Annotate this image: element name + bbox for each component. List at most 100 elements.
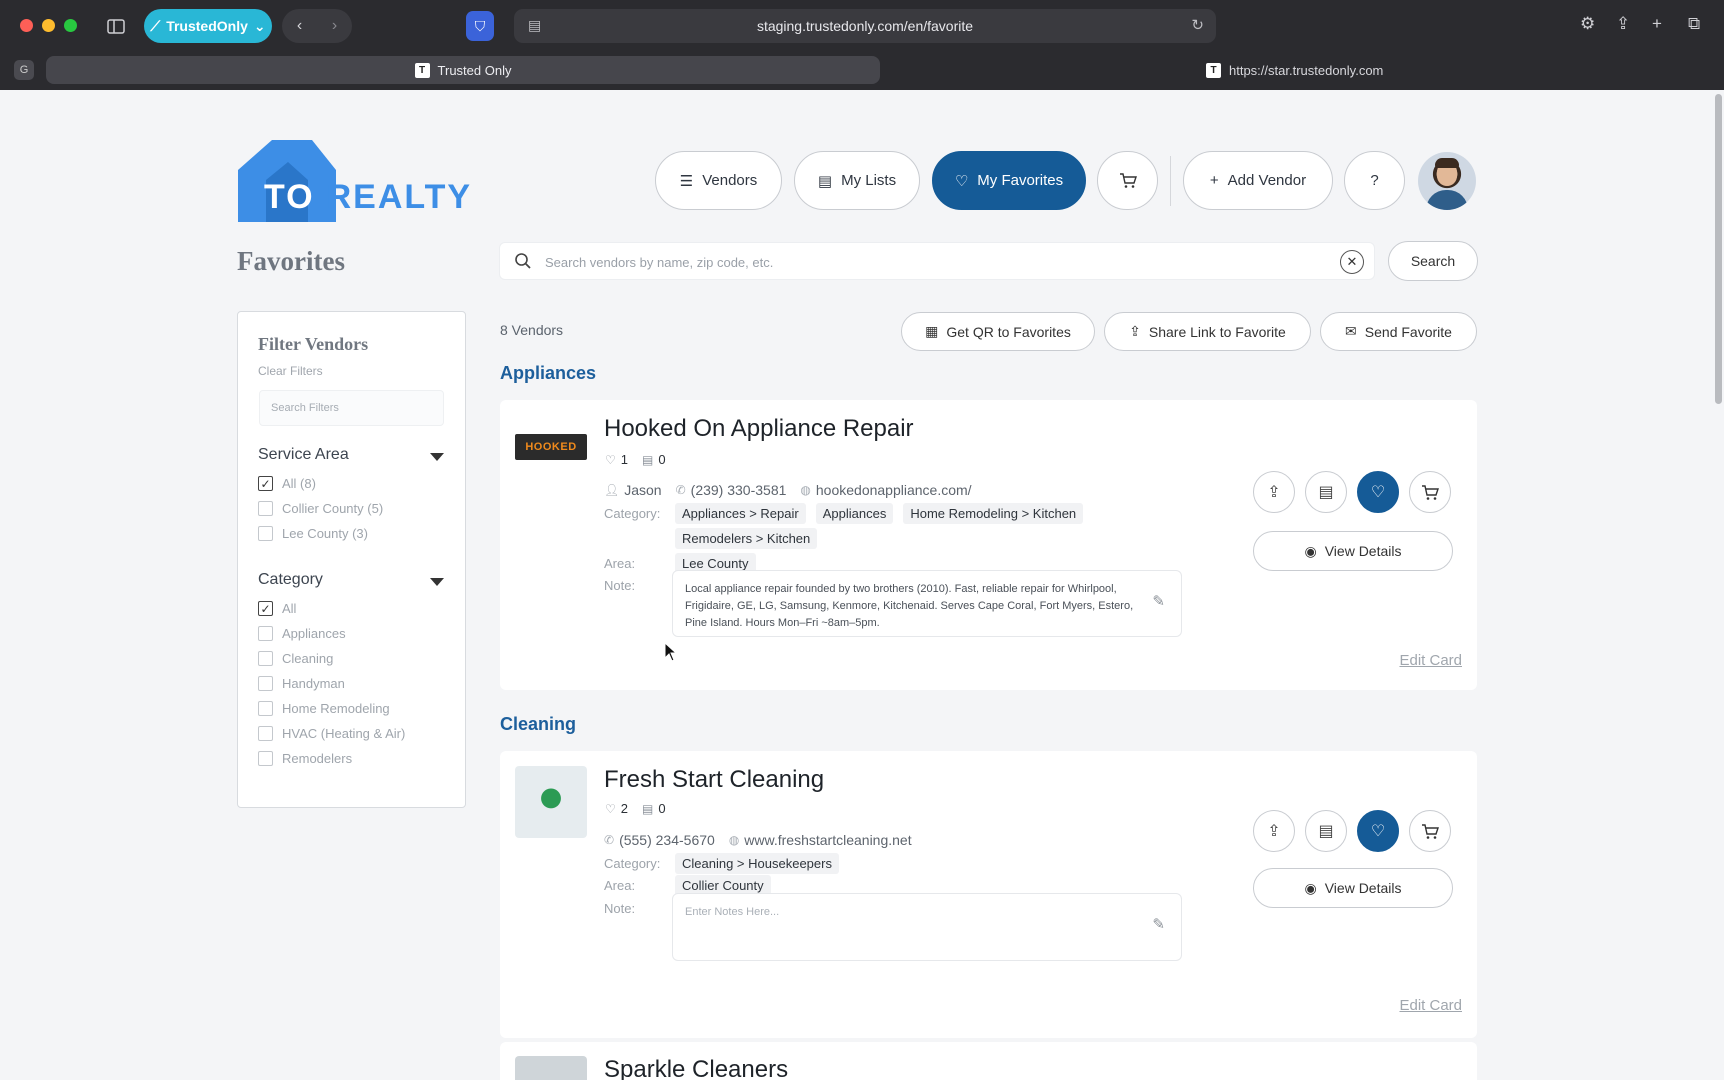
favorite-button[interactable]: ♡ bbox=[1357, 471, 1399, 513]
view-details-button[interactable]: ◉ View Details bbox=[1253, 868, 1453, 908]
add-to-cart-button[interactable] bbox=[1409, 810, 1451, 852]
category-heading-cleaning: Cleaning bbox=[500, 714, 577, 734]
vendor-contact-row: 👤︎ Jason ✆ (239) 330-3581 ◍ hookedonapplian… bbox=[604, 482, 972, 498]
service-area-heading[interactable]: Service Area bbox=[258, 446, 349, 464]
tab-star-trustedonly[interactable]: T https://star.trustedonly.com bbox=[1206, 56, 1383, 84]
filter-option-all-categories[interactable]: ✓ All bbox=[258, 601, 296, 616]
caret-down-icon[interactable] bbox=[430, 453, 444, 461]
filter-option-handyman[interactable]: Handyman bbox=[258, 676, 345, 691]
filter-search-input[interactable] bbox=[259, 390, 444, 426]
scrollbar[interactable] bbox=[1715, 94, 1722, 404]
phone[interactable]: ✆ (239) 330-3581 bbox=[676, 482, 787, 498]
phone-icon: ✆ bbox=[675, 483, 686, 497]
my-lists-button[interactable]: ▤ My Lists bbox=[794, 151, 920, 210]
get-qr-button[interactable]: ▦ Get QR to Favorites bbox=[901, 312, 1095, 351]
filter-option-lee-county[interactable]: Lee County (3) bbox=[258, 526, 368, 541]
checkbox[interactable]: ✓ bbox=[258, 476, 273, 491]
category-heading[interactable]: Category bbox=[258, 571, 323, 589]
view-details-button[interactable]: ◉ View Details bbox=[1253, 531, 1453, 571]
company-logo[interactable]: TO REALTY bbox=[236, 140, 481, 222]
add-vendor-button[interactable]: + Add Vendor bbox=[1183, 151, 1333, 210]
new-tab-icon[interactable]: + bbox=[1652, 14, 1662, 34]
user-icon: 👤︎ bbox=[604, 483, 620, 497]
filter-option-collier-county[interactable]: Collier County (5) bbox=[258, 501, 383, 516]
website-link[interactable]: ◍ hookedonappliance.com/ bbox=[800, 482, 971, 498]
share-icon[interactable]: ⇪ bbox=[1616, 14, 1630, 34]
website-link[interactable]: ◍ www.freshstartcleaning.net bbox=[729, 832, 912, 848]
share-vendor-button[interactable]: ⇪ bbox=[1253, 471, 1295, 513]
back-icon[interactable]: ‹ bbox=[297, 17, 302, 35]
filter-option-appliances[interactable]: Appliances bbox=[258, 626, 346, 641]
profile-pill[interactable]: ⟋ TrustedOnly ⌄ bbox=[144, 9, 272, 43]
add-to-list-button[interactable]: ▤ bbox=[1305, 810, 1347, 852]
filter-option-remodelers[interactable]: Remodelers bbox=[258, 751, 352, 766]
checkbox[interactable] bbox=[258, 751, 273, 766]
pencil-icon[interactable]: ✎ bbox=[1152, 916, 1165, 933]
filter-option-cleaning[interactable]: Cleaning bbox=[258, 651, 333, 666]
help-button[interactable]: ? bbox=[1344, 151, 1405, 210]
share-link-button[interactable]: ⇪ Share Link to Favorite bbox=[1104, 312, 1311, 351]
filter-option-all-areas[interactable]: ✓ All (8) bbox=[258, 476, 316, 491]
vendor-logo[interactable]: HOOKED bbox=[515, 434, 587, 460]
vendor-logo[interactable] bbox=[515, 766, 587, 838]
vendors-button[interactable]: ☰ Vendors bbox=[655, 151, 782, 210]
note-box[interactable]: Enter Notes Here... ✎ bbox=[672, 893, 1182, 961]
option-label: Remodelers bbox=[282, 751, 353, 766]
cart-button[interactable] bbox=[1097, 151, 1158, 210]
category-tags: Cleaning > Housekeepers bbox=[675, 853, 1095, 874]
add-to-cart-button[interactable] bbox=[1409, 471, 1451, 513]
my-favorites-button[interactable]: ♡ My Favorites bbox=[932, 151, 1086, 210]
checkbox[interactable] bbox=[258, 726, 273, 741]
shield-icon[interactable]: ⛉ bbox=[466, 11, 494, 41]
checkbox[interactable] bbox=[258, 651, 273, 666]
option-label: Appliances bbox=[282, 626, 346, 641]
filter-option-home-remodeling[interactable]: Home Remodeling bbox=[258, 701, 390, 716]
category-tag: Home Remodeling > Kitchen bbox=[903, 503, 1084, 524]
minimize-window-button[interactable] bbox=[42, 19, 55, 32]
tab-group-badge[interactable]: G bbox=[14, 60, 34, 80]
vendor-name[interactable]: Sparkle Cleaners bbox=[604, 1056, 788, 1080]
send-favorite-button[interactable]: ✉ Send Favorite bbox=[1320, 312, 1477, 351]
option-label: All (8) bbox=[282, 476, 316, 491]
close-window-button[interactable] bbox=[20, 19, 33, 32]
edit-card-link[interactable]: Edit Card bbox=[1399, 997, 1462, 1014]
forward-icon[interactable]: › bbox=[332, 17, 337, 35]
clear-filters-link[interactable]: Clear Filters bbox=[258, 364, 323, 378]
checkbox[interactable] bbox=[258, 526, 273, 541]
tab-trusted-only[interactable]: T Trusted Only bbox=[46, 56, 880, 84]
checkbox[interactable] bbox=[258, 676, 273, 691]
checkbox[interactable] bbox=[258, 626, 273, 641]
checkbox[interactable] bbox=[258, 501, 273, 516]
mouse-cursor-icon bbox=[664, 642, 678, 662]
sidebar-toggle-icon[interactable] bbox=[100, 10, 132, 42]
vendor-name[interactable]: Hooked On Appliance Repair bbox=[604, 415, 914, 443]
search-button[interactable]: Search bbox=[1388, 241, 1478, 281]
vendor-logo[interactable] bbox=[515, 1056, 587, 1080]
clear-icon[interactable]: ✕ bbox=[1340, 250, 1364, 274]
browser-chrome: ⟋ TrustedOnly ⌄ ‹ › ⛉ ▤ staging.trustedo… bbox=[0, 0, 1724, 90]
share-vendor-button[interactable]: ⇪ bbox=[1253, 810, 1295, 852]
settings-icon[interactable]: ⚙ bbox=[1580, 14, 1595, 34]
avatar[interactable] bbox=[1418, 152, 1476, 210]
checkbox[interactable]: ✓ bbox=[258, 601, 273, 616]
filter-option-hvac[interactable]: HVAC (Heating & Air) bbox=[258, 726, 405, 741]
heart-icon: ♡ bbox=[605, 801, 616, 816]
reload-icon[interactable]: ↻ bbox=[1191, 16, 1204, 34]
checkbox[interactable] bbox=[258, 701, 273, 716]
caret-down-icon[interactable] bbox=[430, 578, 444, 586]
address-bar[interactable]: ▤ staging.trustedonly.com/en/favorite ↻ bbox=[514, 9, 1216, 43]
edit-card-link[interactable]: Edit Card bbox=[1399, 652, 1462, 669]
tabs-overview-icon[interactable]: ⧉ bbox=[1688, 14, 1700, 34]
profile-label: TrustedOnly bbox=[166, 18, 248, 34]
reader-icon[interactable]: ▤ bbox=[528, 17, 541, 34]
cart-icon bbox=[1422, 823, 1439, 839]
phone[interactable]: ✆ (555) 234-5670 bbox=[604, 832, 715, 848]
favorite-button[interactable]: ♡ bbox=[1357, 810, 1399, 852]
add-to-list-button[interactable]: ▤ bbox=[1305, 471, 1347, 513]
maximize-window-button[interactable] bbox=[64, 19, 77, 32]
note-box[interactable]: Local appliance repair founded by two br… bbox=[672, 570, 1182, 637]
search-input[interactable] bbox=[545, 249, 1305, 275]
vendor-name[interactable]: Fresh Start Cleaning bbox=[604, 766, 824, 794]
filter-title: Filter Vendors bbox=[258, 334, 369, 354]
pencil-icon[interactable]: ✎ bbox=[1152, 593, 1165, 610]
